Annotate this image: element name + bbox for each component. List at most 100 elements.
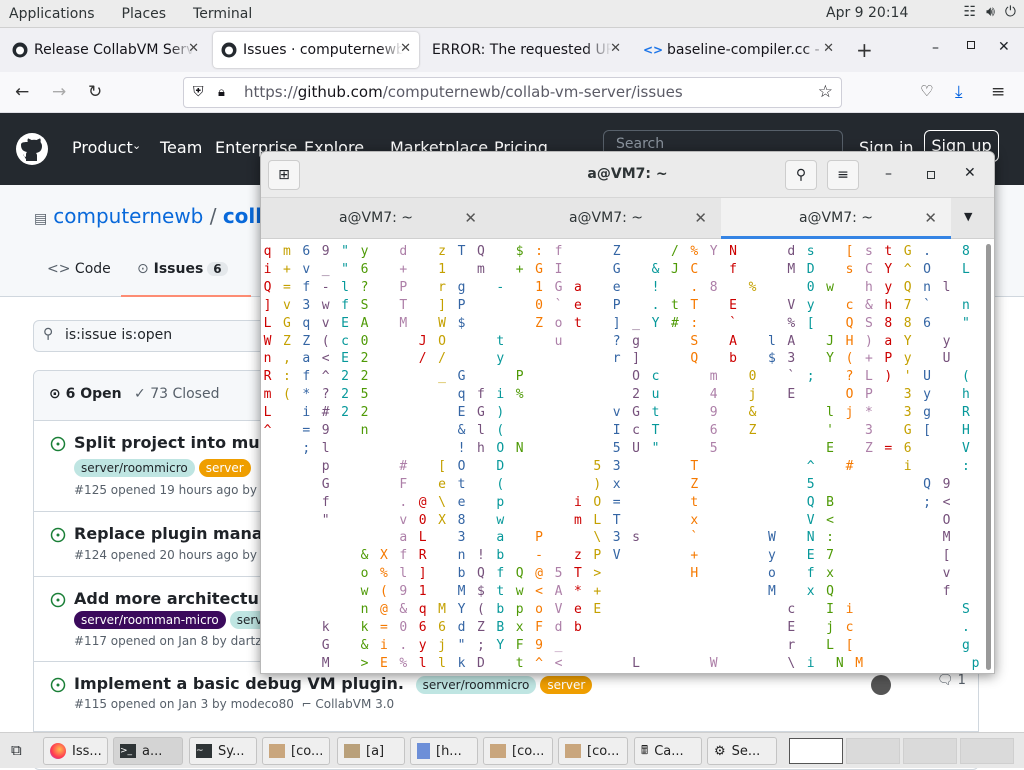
terminal-char: 9 xyxy=(321,423,330,438)
issue-label[interactable]: server/roommicro xyxy=(74,459,195,477)
taskbar-item[interactable]: 🖩︎ Ca... xyxy=(634,737,702,765)
tab-overflow-chevron-icon[interactable]: ▼ xyxy=(964,210,972,223)
lock-icon[interactable]: 🔒︎ xyxy=(218,78,225,107)
new-tab-button[interactable]: + xyxy=(856,38,873,62)
terminal-tab[interactable]: a@VM7: ~ ✕ xyxy=(261,198,491,239)
terminal-scrollbar[interactable] xyxy=(986,244,991,670)
taskbar-item[interactable]: [co... xyxy=(262,737,330,765)
github-logo-icon[interactable] xyxy=(16,133,48,169)
url-bar[interactable]: ⛨ 🔒︎ https://github.com/computernewb/col… xyxy=(183,77,842,108)
terminal-char: ) xyxy=(496,405,505,421)
issue-label[interactable]: server/roommicro xyxy=(415,676,537,694)
nav-product[interactable]: Product xyxy=(72,138,133,157)
system-tray[interactable]: ☷ 🔊︎ ⏻ xyxy=(964,4,1016,20)
taskbar-item[interactable]: ~ Sy... xyxy=(189,737,257,765)
terminal-char: ( xyxy=(496,423,505,438)
terminal-char: ) xyxy=(593,476,602,492)
terminal-char: n xyxy=(263,351,272,367)
browser-tab-error[interactable]: ERROR: The requested URL ✕ xyxy=(424,32,629,68)
terminal-window: ⊞ a@VM7: ~ ⚲ ≡ – ✕ a@VM7: ~ ✕ a@VM7: ~ ✕ a… xyxy=(260,151,995,674)
minimize-button[interactable]: – xyxy=(885,166,892,182)
bookmark-star-icon[interactable]: ☆ xyxy=(818,78,833,107)
close-tab-icon[interactable]: ✕ xyxy=(188,41,199,56)
applications-menu[interactable]: Applications xyxy=(0,6,113,22)
issue-title[interactable]: Implement a basic debug VM plugin. serve… xyxy=(74,674,596,694)
forward-icon[interactable]: → xyxy=(52,82,66,102)
close-button[interactable]: ✕ xyxy=(964,165,976,181)
places-menu[interactable]: Places xyxy=(113,6,185,22)
issue-label[interactable]: server/roomman-micro xyxy=(74,611,226,629)
browser-tab-issues[interactable]: Issues · computernewb/collab-vm-server ✕ xyxy=(213,32,419,68)
taskbar-item[interactable]: [co... xyxy=(558,737,628,765)
closed-issues-toggle[interactable]: ✓ 73 Closed xyxy=(134,386,219,402)
browser-tab-collabvm-release[interactable]: Release CollabVM Server ✕ xyxy=(4,32,207,68)
terminal-menu[interactable]: Terminal xyxy=(184,6,270,22)
nav-team[interactable]: Team xyxy=(160,138,202,157)
close-tab-icon[interactable]: ✕ xyxy=(823,41,834,56)
terminal-tab[interactable]: a@VM7: ~ ✕ xyxy=(491,198,721,239)
browser-tab-baseline-compiler[interactable]: <> baseline-compiler.cc - Chromium ✕ xyxy=(637,32,842,68)
issue-label[interactable]: server xyxy=(198,459,251,477)
search-button[interactable]: ⚲ xyxy=(785,160,817,190)
minimize-window-button[interactable]: – xyxy=(932,40,939,56)
close-tab-icon[interactable]: ✕ xyxy=(694,198,707,238)
comments-count[interactable]: 🗨︎ 1 xyxy=(937,673,966,688)
menu-button[interactable]: ≡ xyxy=(827,160,859,190)
show-desktop-icon[interactable]: ⧉ xyxy=(11,741,22,759)
taskbar-item[interactable]: [co... xyxy=(483,737,553,765)
pocket-icon[interactable]: ♡ xyxy=(920,82,933,100)
terminal-char: 2 xyxy=(360,369,369,385)
repo-owner-link[interactable]: computernewb xyxy=(53,204,203,228)
terminal-char: _ xyxy=(632,315,640,331)
downloads-icon[interactable]: ⤓ xyxy=(955,82,963,102)
terminal-char: H xyxy=(690,566,699,582)
terminal-tab-active[interactable]: a@VM7: ~ ✕ xyxy=(721,198,951,239)
taskbar-item[interactable]: Iss... xyxy=(43,737,108,765)
terminal-char: ; xyxy=(923,494,931,510)
workspace-4[interactable] xyxy=(960,738,1014,764)
terminal-char: ( xyxy=(961,369,970,385)
tab-issues[interactable]: ⊙ Issues 6 xyxy=(137,261,228,277)
back-icon[interactable]: ← xyxy=(15,82,29,102)
terminal-char: Q xyxy=(515,566,524,582)
maximize-button[interactable] xyxy=(927,171,935,179)
terminal-char: / xyxy=(418,351,427,367)
close-tab-icon[interactable]: ✕ xyxy=(400,41,411,56)
issue-milestone[interactable]: CollabVM 3.0 xyxy=(315,697,394,711)
open-issues-toggle[interactable]: ⊙ 6 Open xyxy=(49,386,122,402)
app-menu-icon[interactable]: ≡ xyxy=(991,82,1005,102)
taskbar-item[interactable]: [h... xyxy=(410,737,478,765)
terminal-char: n xyxy=(360,602,369,617)
terminal-char: i xyxy=(903,458,912,474)
avatar[interactable] xyxy=(871,675,891,695)
taskbar-item[interactable]: >_ a... xyxy=(113,737,183,765)
terminal-char: t xyxy=(457,476,466,492)
issue-filter-input[interactable]: ⚲ is:issue is:open xyxy=(33,320,293,352)
close-tab-icon[interactable]: ✕ xyxy=(924,198,937,238)
workspace-2[interactable] xyxy=(846,738,900,764)
shield-icon[interactable]: ⛨ xyxy=(193,78,204,107)
terminal-char: T xyxy=(457,244,466,259)
terminal-char: L xyxy=(632,655,640,671)
terminal-char: O xyxy=(438,333,446,349)
workspace-3[interactable] xyxy=(903,738,957,764)
issue-label[interactable]: server xyxy=(540,676,593,694)
reload-icon[interactable]: ↻ xyxy=(88,82,102,102)
close-tab-icon[interactable]: ✕ xyxy=(464,198,477,238)
terminal-char: x xyxy=(826,566,834,582)
terminal-char: 8 xyxy=(903,315,912,331)
terminal-char: H xyxy=(845,333,854,349)
tab-code[interactable]: <> Code xyxy=(47,261,111,277)
taskbar-item[interactable]: [a] xyxy=(337,737,405,765)
terminal-char: c xyxy=(845,297,854,313)
terminal-char: & xyxy=(457,423,466,438)
close-tab-icon[interactable]: ✕ xyxy=(610,41,621,56)
workspace-1[interactable] xyxy=(789,738,843,764)
clock[interactable]: Apr 9 20:14 xyxy=(826,5,908,21)
close-window-button[interactable]: ✕ xyxy=(998,39,1010,55)
maximize-window-button[interactable] xyxy=(967,41,975,49)
terminal-char: Q xyxy=(476,566,485,582)
terminal-char: I xyxy=(826,602,834,617)
taskbar-item[interactable]: ⚙ Se... xyxy=(707,737,777,765)
terminal-output[interactable]: q m 6 9 " y d z T Q $: f Z /% Y Nd s[s t G. 8 i + v _ " 6 +1 m + G I G &… xyxy=(261,241,983,673)
